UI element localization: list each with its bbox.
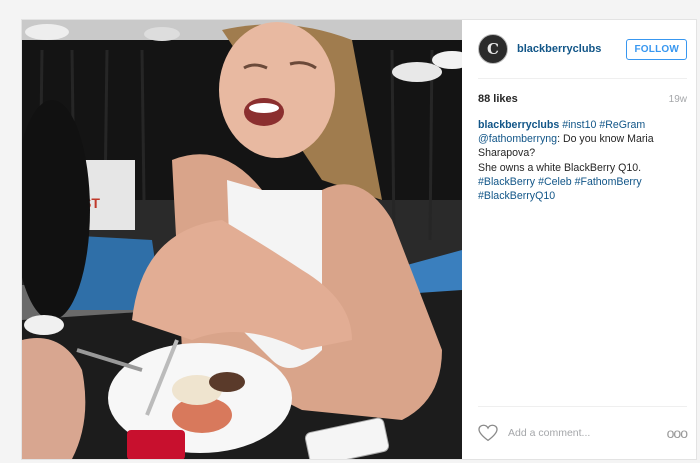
post-header: C blackberryclubs FOLLOW [478, 20, 687, 79]
avatar[interactable]: C [478, 34, 508, 64]
follow-button[interactable]: FOLLOW [626, 38, 687, 60]
comment-input[interactable] [506, 426, 667, 440]
post-caption: blackberryclubs #inst10 #ReGram @fathomb… [478, 118, 687, 203]
hashtag-blackberryq10[interactable]: #BlackBerryQ10 [478, 190, 555, 202]
post-footer: ooo [478, 406, 688, 459]
hashtag-blackberry[interactable]: #BlackBerry [478, 176, 535, 188]
instagram-post: ST C blackberryclubs FOLLOW 88 likes 19w… [21, 19, 697, 460]
likes-count[interactable]: 88 likes [478, 93, 518, 105]
more-options-icon[interactable]: ooo [667, 425, 688, 441]
mention-fathomberryng[interactable]: @fathomberryng [478, 133, 557, 145]
caption-text-line2: She owns a white BlackBerry Q10. [478, 161, 642, 174]
avatar-letter: C [487, 40, 499, 58]
caption-username[interactable]: blackberryclubs [478, 119, 559, 131]
hashtag-inst10[interactable]: #inst10 [562, 119, 596, 131]
post-meta: 88 likes 19w [478, 79, 687, 105]
username-link[interactable]: blackberryclubs [517, 43, 626, 55]
post-sidebar: C blackberryclubs FOLLOW 88 likes 19w bl… [462, 20, 696, 459]
photo-illustration: ST [22, 20, 462, 459]
heart-icon[interactable] [478, 424, 498, 442]
hashtag-fathomberry[interactable]: #FathomBerry [575, 176, 642, 188]
hashtag-celeb[interactable]: #Celeb [538, 176, 572, 188]
hashtag-regram[interactable]: #ReGram [599, 119, 645, 131]
post-time[interactable]: 19w [669, 94, 687, 105]
post-photo[interactable]: ST [22, 20, 462, 459]
